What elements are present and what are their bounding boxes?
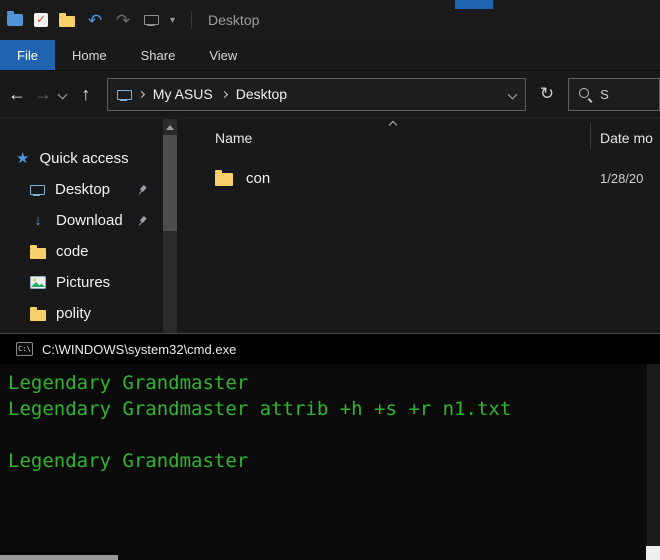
cmd-output-line: Legendary Grandmaster (8, 450, 249, 472)
column-headers: Name Date mo (177, 119, 660, 155)
file-list: Name Date mo con 1/28/20 (177, 119, 660, 333)
search-icon (578, 87, 592, 101)
column-separator[interactable] (590, 123, 591, 149)
search-box[interactable] (568, 77, 660, 111)
sidebar-item-download[interactable]: ↓ Download (0, 205, 162, 236)
tab-home[interactable]: Home (55, 40, 124, 70)
pin-icon (134, 181, 151, 198)
window-resize-corner (646, 546, 660, 560)
column-header-name[interactable]: Name (215, 130, 252, 146)
file-name: con (246, 169, 271, 187)
refresh-icon[interactable]: ↻ (540, 84, 554, 104)
folder-icon (30, 306, 46, 321)
screenshot-root: ✓ ↶ ↷ ▾ Desktop File Home Share View ← →… (0, 0, 660, 560)
cmd-window[interactable]: C:\ C:\WINDOWS\system32\cmd.exe Legendar… (0, 333, 660, 560)
window-title: Desktop (208, 12, 260, 28)
redo-icon[interactable]: ↷ (114, 11, 132, 29)
navigation-pane: ★ Quick access Desktop ↓ Download code P… (0, 119, 162, 333)
folder-icon (30, 244, 46, 259)
titlebar-separator (191, 11, 193, 29)
tab-share[interactable]: Share (124, 40, 193, 70)
navigation-bar: ← → ↑ My ASUS Desktop ↻ (0, 71, 660, 118)
desktop-icon (30, 183, 45, 196)
undo-icon[interactable]: ↶ (86, 11, 104, 29)
cmd-output-line: Legendary Grandmaster (8, 372, 249, 394)
file-date-modified: 1/28/20 (600, 170, 644, 186)
sidebar-item-label: Pictures (56, 274, 111, 291)
file-row-con[interactable]: con 1/28/20 (177, 163, 660, 193)
sidebar-scrollbar[interactable] (163, 119, 177, 333)
pin-icon (134, 212, 151, 229)
toolbar-customize-icon[interactable]: ▾ (170, 15, 175, 26)
sidebar-item-desktop[interactable]: Desktop (0, 174, 162, 205)
breadcrumb-chevron-icon[interactable] (220, 90, 228, 98)
tab-file[interactable]: File (0, 40, 55, 70)
background-window-edge (0, 555, 118, 560)
recent-locations-chevron-icon[interactable] (57, 89, 68, 99)
search-input[interactable] (600, 86, 649, 102)
sidebar-item-quick-access[interactable]: ★ Quick access (0, 143, 162, 174)
cmd-window-title: C:\WINDOWS\system32\cmd.exe (42, 341, 237, 357)
back-button[interactable]: ← (4, 85, 30, 103)
sidebar-item-pictures[interactable]: Pictures (0, 267, 162, 298)
scrollbar-up-arrow-icon[interactable] (166, 125, 174, 130)
background-window-strip (455, 0, 493, 9)
sidebar-item-label: code (56, 243, 89, 260)
sidebar-item-label: Desktop (55, 181, 111, 198)
cmd-output-line: Legendary Grandmaster attrib +h +s +r n1… (8, 398, 512, 420)
sidebar-item-label: Quick access (39, 150, 129, 167)
quick-access-star-icon: ★ (16, 150, 30, 167)
properties-icon[interactable] (142, 11, 160, 29)
breadcrumb-chevron-icon[interactable] (137, 90, 145, 98)
cmd-output-line (8, 422, 660, 448)
desktop-location-icon (116, 88, 132, 101)
cmd-titlebar[interactable]: C:\ C:\WINDOWS\system32\cmd.exe (0, 334, 660, 364)
sort-ascending-icon (388, 120, 398, 130)
cmd-scrollbar[interactable] (647, 364, 660, 560)
ribbon-tabs: File Home Share View (0, 40, 660, 71)
explorer-titlebar[interactable]: ✓ ↶ ↷ ▾ Desktop (0, 0, 660, 40)
breadcrumb-desktop[interactable]: Desktop (234, 86, 289, 102)
sidebar-item-polity[interactable]: polity (0, 298, 162, 329)
forward-button[interactable]: → (30, 85, 56, 103)
tab-view[interactable]: View (192, 40, 254, 70)
address-bar[interactable]: My ASUS Desktop (106, 77, 526, 111)
explorer-app-icon (6, 11, 24, 29)
sidebar-item-label: polity (56, 305, 92, 322)
pictures-icon (30, 276, 46, 289)
explorer-main-area: ★ Quick access Desktop ↓ Download code P… (0, 119, 660, 333)
new-folder-icon[interactable] (58, 11, 76, 29)
breadcrumb-my-asus[interactable]: My ASUS (151, 86, 215, 102)
sidebar-item-label: Download (56, 212, 123, 229)
scrollbar-thumb[interactable] (163, 135, 177, 231)
address-dropdown-chevron-icon[interactable] (507, 89, 518, 99)
download-icon: ↓ (34, 212, 42, 229)
up-button[interactable]: ↑ (73, 85, 99, 103)
column-header-date-modified[interactable]: Date mo (600, 130, 653, 146)
sidebar-item-code[interactable]: code (0, 236, 162, 267)
quick-access-check-icon[interactable]: ✓ (34, 13, 48, 27)
folder-icon (215, 170, 233, 186)
cmd-icon: C:\ (16, 342, 33, 356)
file-explorer-window: ✓ ↶ ↷ ▾ Desktop File Home Share View ← →… (0, 0, 660, 333)
cmd-output[interactable]: Legendary Grandmaster Legendary Grandmas… (0, 364, 660, 474)
